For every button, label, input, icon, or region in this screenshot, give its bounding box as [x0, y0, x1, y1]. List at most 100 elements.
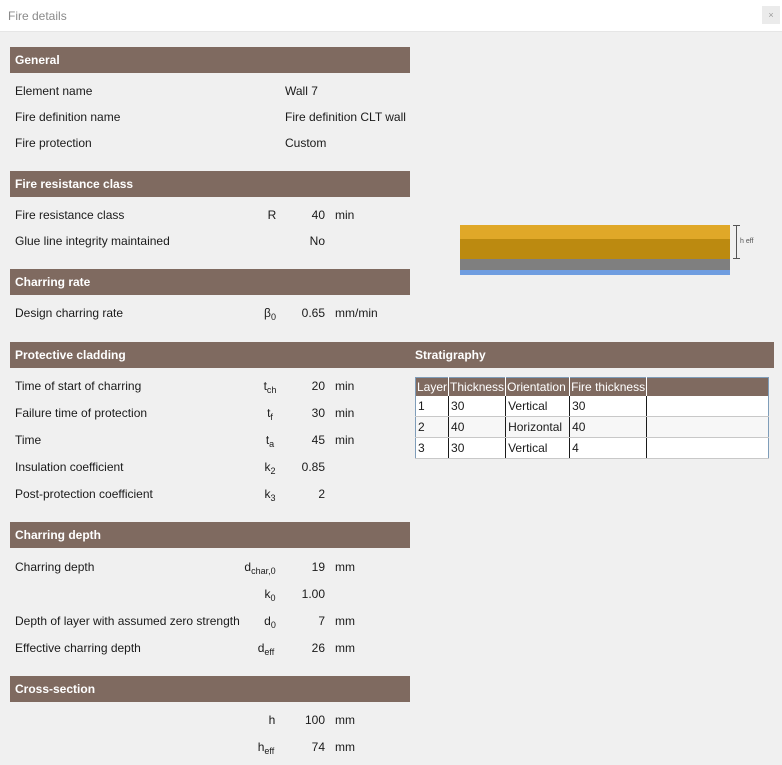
title-bar: Fire details × [0, 0, 782, 32]
fire-definition-label: Fire definition name [15, 110, 121, 124]
section-general: General [10, 47, 410, 73]
zero-strength-layer-value: 7 [318, 614, 325, 628]
section-title: Protective cladding [15, 348, 126, 362]
cell-fire-thickness[interactable]: 4 [569, 437, 648, 459]
h-unit: mm [335, 713, 355, 727]
charring-rate-symbol: β0 [264, 306, 276, 322]
zero-strength-layer-unit: mm [335, 614, 355, 628]
section-title: General [15, 53, 60, 67]
table-row[interactable]: 2 40 Horizontal 40 [415, 416, 769, 438]
cell-fire-thickness[interactable]: 30 [569, 396, 648, 417]
section-charring-rate: Charring rate [10, 269, 410, 295]
heff-symbol: heff [257, 740, 275, 756]
charring-depth-value: 19 [311, 560, 325, 574]
cell-layer[interactable]: 2 [415, 416, 450, 438]
cell-thickness[interactable]: 40 [448, 416, 507, 438]
glue-line-value: No [309, 234, 325, 248]
effective-charring-depth-value: 26 [311, 641, 325, 655]
time-symbol: ta [265, 433, 275, 449]
heff-dimension-line [736, 225, 737, 259]
layer-middle [460, 239, 730, 259]
table-header-row: Layer Thickness Orientation Fire thickne… [415, 377, 769, 396]
column-header-fire-thickness[interactable]: Fire thickness [569, 377, 648, 396]
start-charring-unit: min [335, 379, 355, 393]
cell-thickness[interactable]: 30 [448, 437, 507, 459]
table-row[interactable]: 1 30 Vertical 30 [415, 396, 769, 417]
cell-layer[interactable]: 3 [415, 437, 450, 459]
cell-filler [646, 396, 769, 417]
start-charring-symbol: tch [263, 379, 277, 395]
close-button[interactable]: × [762, 6, 780, 24]
heff-dimension-tick [733, 258, 740, 259]
insulation-coefficient-label: Insulation coefficient [15, 460, 124, 474]
h-value: 100 [304, 713, 325, 727]
heff-unit: mm [335, 740, 355, 754]
time-unit: min [335, 433, 355, 447]
failure-time-symbol: tf [267, 406, 273, 422]
insulation-coefficient-symbol: k2 [264, 460, 276, 476]
effective-charring-depth-unit: mm [335, 641, 355, 655]
fire-protection-value: Custom [285, 136, 327, 150]
fire-resistance-class-label: Fire resistance class [15, 208, 125, 222]
fire-resistance-symbol: R [267, 208, 277, 222]
window-title: Fire details [8, 9, 67, 23]
section-title: Fire resistance class [15, 177, 134, 191]
cell-fire-thickness[interactable]: 40 [569, 416, 648, 438]
column-header-filler [646, 377, 769, 396]
section-title: Cross-section [15, 682, 96, 696]
h-symbol: h [268, 713, 276, 727]
post-protection-symbol: k3 [264, 487, 276, 503]
column-header-layer[interactable]: Layer [415, 377, 450, 396]
effective-charring-depth-symbol: deff [257, 641, 275, 657]
failure-time-value: 30 [311, 406, 325, 420]
section-cross-section: Cross-section [10, 676, 410, 702]
section-title: Charring rate [15, 275, 91, 289]
k0-symbol: k0 [264, 587, 276, 603]
failure-time-label: Failure time of protection [15, 406, 148, 420]
start-charring-label: Time of start of charring [15, 379, 142, 393]
heff-value: 74 [311, 740, 325, 754]
element-name-label: Element name [15, 84, 93, 98]
post-protection-label: Post-protection coefficient [15, 487, 153, 501]
effective-charring-depth-label: Effective charring depth [15, 641, 141, 655]
section-charring-depth: Charring depth [10, 522, 410, 548]
charring-depth-symbol: dchar,0 [244, 560, 276, 576]
start-charring-value: 20 [311, 379, 325, 393]
zero-strength-layer-symbol: d0 [264, 614, 276, 630]
cell-orientation[interactable]: Vertical [505, 396, 571, 417]
layer-top [460, 225, 730, 239]
column-header-thickness[interactable]: Thickness [448, 377, 507, 396]
glue-line-label: Glue line integrity maintained [15, 234, 170, 248]
cell-filler [646, 416, 769, 438]
heff-label: h eff [740, 238, 754, 245]
fire-resistance-value: 40 [311, 208, 325, 222]
fire-resistance-unit: min [335, 208, 355, 222]
layer-base [460, 270, 730, 275]
post-protection-value: 2 [318, 487, 325, 501]
stratigraphy-title: Stratigraphy [415, 348, 486, 362]
cell-filler [646, 437, 769, 459]
charring-depth-label: Charring depth [15, 560, 95, 574]
stratigraphy-table[interactable]: Layer Thickness Orientation Fire thickne… [415, 377, 769, 459]
time-label: Time [15, 433, 42, 447]
charring-depth-unit: mm [335, 560, 355, 574]
fire-protection-label: Fire protection [15, 136, 92, 150]
cell-layer[interactable]: 1 [415, 396, 450, 417]
k0-value: 1.00 [301, 587, 325, 601]
cell-thickness[interactable]: 30 [448, 396, 507, 417]
insulation-coefficient-value: 0.85 [301, 460, 325, 474]
charring-rate-unit: mm/min [335, 306, 378, 320]
failure-time-unit: min [335, 406, 355, 420]
time-value: 45 [311, 433, 325, 447]
close-icon: × [768, 10, 774, 20]
table-row[interactable]: 3 30 Vertical 4 [415, 437, 769, 459]
element-name-value: Wall 7 [285, 84, 318, 98]
layer-bottom [460, 259, 730, 270]
design-charring-rate-label: Design charring rate [15, 306, 124, 320]
column-header-orientation[interactable]: Orientation [505, 377, 571, 396]
zero-strength-layer-label: Depth of layer with assumed zero strengt… [15, 614, 240, 628]
cell-orientation[interactable]: Horizontal [505, 416, 571, 438]
cell-orientation[interactable]: Vertical [505, 437, 571, 459]
section-fire-resistance: Fire resistance class [10, 171, 410, 197]
fire-definition-value: Fire definition CLT wall [285, 110, 406, 124]
